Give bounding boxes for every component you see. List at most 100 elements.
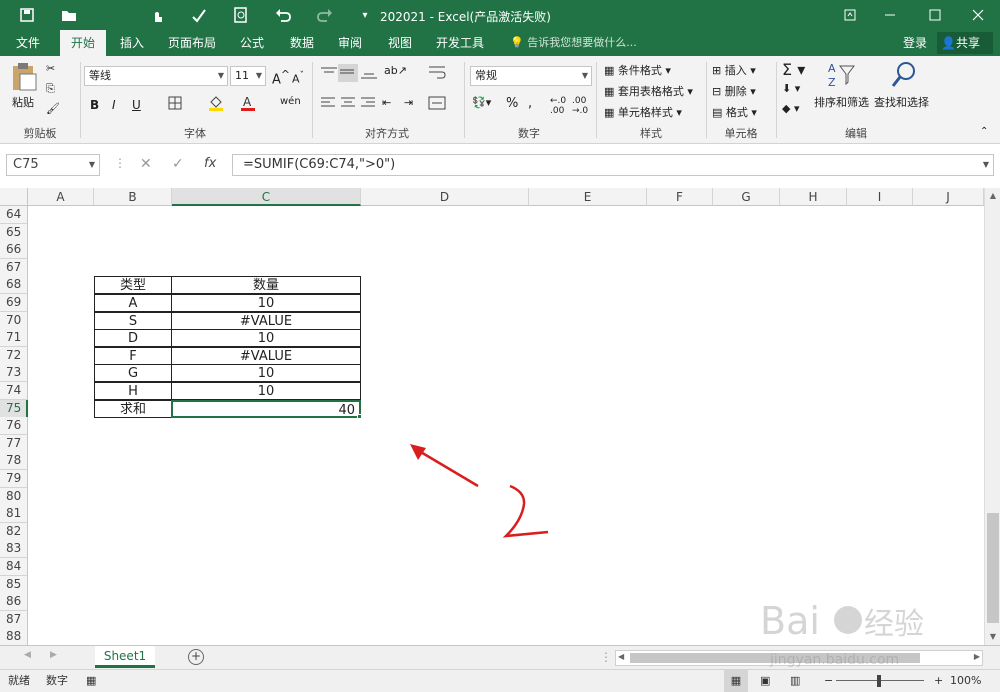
- row-header[interactable]: 71: [0, 329, 28, 348]
- row-header[interactable]: 83: [0, 540, 28, 559]
- row-header[interactable]: 76: [0, 417, 28, 436]
- formula-input[interactable]: =SUMIF(C69:C74,">0") ▼: [232, 154, 994, 176]
- table-cell-type[interactable]: F: [94, 346, 172, 365]
- table-cell-type[interactable]: H: [94, 382, 172, 400]
- table-cell-type[interactable]: A: [94, 294, 172, 312]
- paste-button-label[interactable]: 粘贴: [12, 94, 34, 110]
- border-icon[interactable]: [168, 96, 182, 113]
- column-header[interactable]: I: [847, 188, 913, 206]
- tab-page-layout[interactable]: 页面布局: [162, 30, 222, 56]
- column-header[interactable]: C: [172, 188, 361, 206]
- cell-styles-button[interactable]: ▦ 单元格样式 ▾: [604, 104, 682, 120]
- macro-record-icon[interactable]: ▦: [86, 670, 96, 692]
- normal-view-icon[interactable]: ▦: [724, 670, 748, 692]
- accounting-format-icon[interactable]: 💱▾: [472, 96, 491, 109]
- vertical-scrollbar[interactable]: ▲ ▼: [984, 188, 1000, 645]
- table-cell-value[interactable]: #VALUE: [171, 346, 361, 365]
- undo-icon[interactable]: [270, 0, 296, 30]
- table-cell-value[interactable]: 10: [171, 382, 361, 400]
- save-icon[interactable]: [14, 0, 40, 30]
- row-header[interactable]: 79: [0, 470, 28, 488]
- tell-me-search[interactable]: 💡 告诉我您想要做什么...: [510, 30, 637, 56]
- increase-indent-icon[interactable]: ⇥: [404, 96, 413, 109]
- comma-style-icon[interactable]: ,: [528, 96, 532, 111]
- align-center-icon[interactable]: [340, 96, 356, 113]
- table-cell-type[interactable]: D: [94, 329, 172, 348]
- table-cell-type[interactable]: S: [94, 311, 172, 330]
- conditional-format-button[interactable]: ▦ 条件格式 ▾: [604, 62, 671, 78]
- column-header[interactable]: F: [647, 188, 713, 206]
- phonetic-icon[interactable]: wén: [280, 96, 301, 107]
- decrease-font-icon[interactable]: Aˇ: [292, 70, 304, 86]
- percent-icon[interactable]: %: [506, 96, 518, 111]
- format-as-table-button[interactable]: ▦ 套用表格格式 ▾: [604, 83, 693, 99]
- font-size-dropdown[interactable]: 11 ▼: [230, 66, 266, 86]
- customize-qat-icon[interactable]: ▾: [352, 0, 378, 30]
- align-top-icon[interactable]: [320, 66, 338, 83]
- tab-file[interactable]: 文件: [6, 30, 50, 56]
- tab-developer[interactable]: 开发工具: [428, 30, 492, 56]
- next-sheet-icon[interactable]: ▶: [50, 650, 57, 660]
- spelling-icon[interactable]: [186, 0, 212, 30]
- find-select-label[interactable]: 查找和选择: [874, 94, 929, 110]
- scroll-down-icon[interactable]: ▼: [985, 629, 1000, 645]
- row-header[interactable]: 86: [0, 593, 28, 612]
- align-left-icon[interactable]: [320, 96, 336, 113]
- italic-icon[interactable]: I: [112, 98, 116, 112]
- row-header[interactable]: 87: [0, 610, 28, 629]
- fill-icon[interactable]: ⬇ ▾: [782, 82, 800, 95]
- ribbon-display-icon[interactable]: [830, 0, 870, 30]
- table-header-cell[interactable]: 类型: [94, 276, 172, 295]
- row-header[interactable]: 75: [0, 399, 28, 418]
- scroll-left-icon[interactable]: ◀: [618, 652, 624, 661]
- row-header[interactable]: 74: [0, 382, 28, 400]
- column-header[interactable]: D: [361, 188, 529, 206]
- table-cell-value[interactable]: 10: [171, 364, 361, 383]
- touch-mode-icon[interactable]: [144, 0, 170, 30]
- tab-data[interactable]: 数据: [280, 30, 324, 56]
- wrap-text-icon[interactable]: [428, 64, 446, 83]
- row-header[interactable]: 82: [0, 522, 28, 541]
- decrease-decimal-icon[interactable]: .00 →.0: [572, 96, 588, 116]
- table-total-value[interactable]: 40: [171, 399, 361, 418]
- minimize-button[interactable]: [870, 0, 910, 30]
- paste-icon[interactable]: [10, 62, 40, 92]
- select-all-corner[interactable]: [0, 188, 28, 206]
- page-layout-view-icon[interactable]: ▣: [760, 670, 770, 692]
- row-header[interactable]: 73: [0, 364, 28, 383]
- row-header[interactable]: 88: [0, 628, 28, 647]
- increase-decimal-icon[interactable]: ←.0.00: [550, 96, 566, 116]
- scroll-up-icon[interactable]: ▲: [985, 188, 1000, 204]
- insert-cells-button[interactable]: ⊞ 插入 ▾: [712, 62, 756, 78]
- tab-formulas[interactable]: 公式: [230, 30, 274, 56]
- redo-icon[interactable]: [312, 0, 338, 30]
- orientation-icon[interactable]: ab↗: [384, 64, 407, 77]
- zoom-out-icon[interactable]: −: [824, 670, 833, 692]
- align-right-icon[interactable]: [360, 96, 376, 113]
- row-header[interactable]: 66: [0, 241, 28, 260]
- row-header[interactable]: 70: [0, 311, 28, 330]
- print-preview-icon[interactable]: [228, 0, 254, 30]
- column-header[interactable]: G: [713, 188, 780, 206]
- row-header[interactable]: 68: [0, 276, 28, 295]
- table-cell-value[interactable]: 10: [171, 294, 361, 312]
- delete-cells-button[interactable]: ⊟ 删除 ▾: [712, 83, 756, 99]
- font-name-dropdown[interactable]: 等线 ▼: [84, 66, 228, 86]
- zoom-slider-thumb[interactable]: [877, 675, 881, 687]
- prev-sheet-icon[interactable]: ◀: [24, 650, 31, 660]
- name-box[interactable]: C75 ▼: [6, 154, 100, 176]
- scroll-right-icon[interactable]: ▶: [974, 652, 980, 661]
- row-header[interactable]: 67: [0, 258, 28, 277]
- fill-color-icon[interactable]: [208, 94, 224, 115]
- enter-icon[interactable]: ✓: [172, 156, 184, 172]
- tab-review[interactable]: 审阅: [328, 30, 372, 56]
- align-bottom-icon[interactable]: [360, 66, 378, 83]
- column-header[interactable]: E: [529, 188, 647, 206]
- page-break-view-icon[interactable]: ▥: [790, 670, 800, 692]
- zoom-level[interactable]: 100%: [950, 670, 981, 692]
- table-cell-value[interactable]: #VALUE: [171, 311, 361, 330]
- format-cells-button[interactable]: ▤ 格式 ▾: [712, 104, 757, 120]
- sort-filter-icon[interactable]: AZ: [826, 60, 856, 93]
- bold-icon[interactable]: B: [90, 98, 99, 112]
- fill-handle[interactable]: [357, 413, 362, 419]
